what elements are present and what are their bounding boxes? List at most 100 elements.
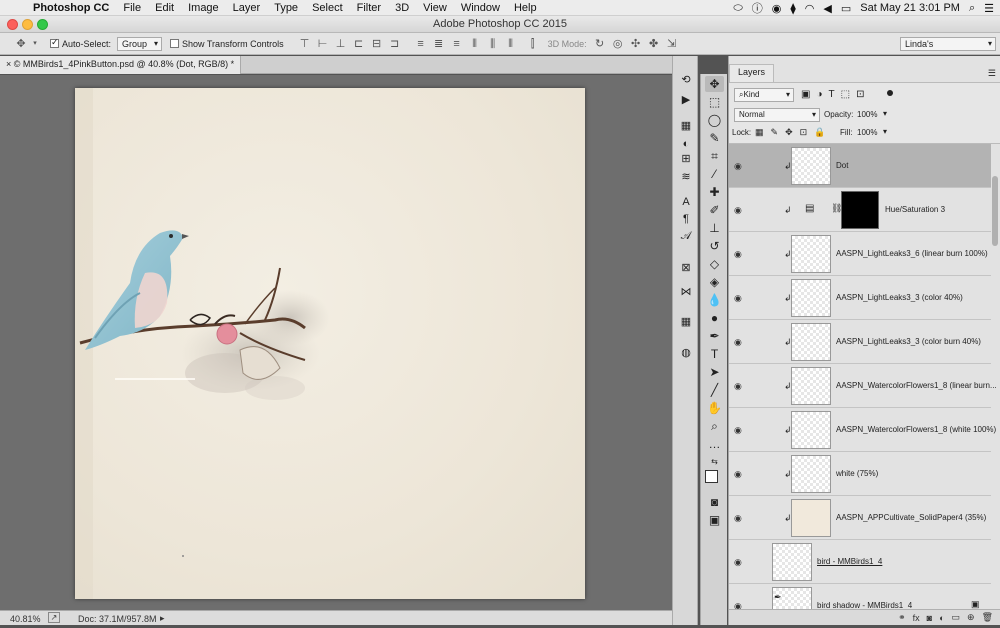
opacity-value[interactable]: 100% xyxy=(857,110,877,119)
lock-all-icon[interactable]: 🔒 xyxy=(814,127,825,138)
layer-name[interactable]: AASPN_LightLeaks3_3 (color 40%) xyxy=(836,293,996,302)
more-tools-icon[interactable]: … xyxy=(705,436,724,452)
clock[interactable]: Sat May 21 3:01 PM xyxy=(860,2,960,14)
lasso-tool-icon[interactable]: ◯ xyxy=(705,112,724,128)
menu-image[interactable]: Image xyxy=(181,2,226,14)
lock-transparent-icon[interactable]: ▦ xyxy=(755,127,764,138)
layer-name[interactable]: AASPN_WatercolorFlowers1_8 (white 100%) xyxy=(836,425,996,434)
menu-view[interactable]: View xyxy=(416,2,454,14)
brush-tool-icon[interactable]: ✐ xyxy=(705,202,724,218)
share-icon[interactable]: ↗ xyxy=(48,612,60,623)
layer-row[interactable]: ◉ ↲ AASPN_LightLeaks3_3 (color burn 40%) xyxy=(729,320,991,364)
adjustment-filter-icon[interactable]: ◑ xyxy=(816,89,822,100)
new-group-icon[interactable]: ▭ xyxy=(952,612,961,623)
visibility-eye-icon[interactable]: ◉ xyxy=(734,249,742,260)
layer-row[interactable]: ◉ ↲ AASPN_LightLeaks3_6 (linear burn 100… xyxy=(729,232,991,276)
layer-name[interactable]: Hue/Saturation 3 xyxy=(885,205,985,214)
chevron-down-icon[interactable]: ▾ xyxy=(32,38,38,50)
wifi-icon[interactable]: ◠ xyxy=(805,2,815,15)
move-tool-icon[interactable]: ✥ xyxy=(705,76,724,92)
layer-row[interactable]: ◉ ↲ white (75%) xyxy=(729,452,991,496)
menu-3d[interactable]: 3D xyxy=(388,2,416,14)
zoom-level[interactable]: 40.81% xyxy=(10,614,41,624)
fill-value[interactable]: 100% xyxy=(857,128,877,137)
delete-layer-icon[interactable]: 🗑 xyxy=(982,612,993,623)
layer-filter-dropdown[interactable]: ⌕Kind xyxy=(734,88,794,102)
path-selection-tool-icon[interactable]: ➤ xyxy=(705,364,724,380)
healing-brush-tool-icon[interactable]: ✚ xyxy=(705,184,724,200)
menu-photoshop[interactable]: Photoshop CC xyxy=(26,2,116,14)
chevron-down-icon[interactable]: ▾ xyxy=(883,109,887,118)
eyedropper-tool-icon[interactable]: ⁄ xyxy=(705,166,724,182)
distribute-left-icon[interactable]: ⫴ xyxy=(468,38,482,50)
sync-icon[interactable]: ◉ xyxy=(772,2,782,15)
visibility-eye-icon[interactable]: ◉ xyxy=(734,205,742,216)
checkbox-icon[interactable] xyxy=(170,39,180,48)
new-layer-icon[interactable]: ⊕ xyxy=(967,612,975,623)
hand-tool-icon[interactable]: ✋ xyxy=(705,400,724,416)
checkbox-checked-icon[interactable] xyxy=(50,37,59,48)
3d-pan-icon[interactable]: ✣ xyxy=(629,38,643,50)
screen-mode-icon[interactable]: ▣ xyxy=(705,512,724,528)
creative-cloud-icon[interactable]: ⬭ xyxy=(733,2,742,15)
quick-select-tool-icon[interactable]: ✎ xyxy=(705,130,724,146)
menu-type[interactable]: Type xyxy=(267,2,305,14)
workspace-dropdown[interactable]: Linda's xyxy=(900,37,996,51)
show-transform-checkbox[interactable]: Show Transform Controls xyxy=(170,39,284,49)
eraser-tool-icon[interactable]: ◇ xyxy=(705,256,724,272)
status-menu-chevron-icon[interactable]: ▸ xyxy=(160,613,165,624)
auto-select-dropdown[interactable]: Group xyxy=(117,36,163,51)
shape-filter-icon[interactable]: ⬚ xyxy=(841,89,850,100)
layer-row-bird[interactable]: ◉ bird - MMBirds1_4 xyxy=(729,540,991,584)
align-left-icon[interactable]: ⊏ xyxy=(352,38,366,50)
3d-slide-icon[interactable]: ✤ xyxy=(647,38,661,50)
lock-pixels-icon[interactable]: ✎ xyxy=(771,127,779,138)
zoom-tool-icon[interactable]: ⌕ xyxy=(705,418,724,434)
pixel-filter-icon[interactable]: ▣ xyxy=(801,89,810,100)
distribute-vcenter-icon[interactable]: ≣ xyxy=(432,38,446,50)
auto-align-icon[interactable]: ⫿ xyxy=(526,38,540,50)
align-right-icon[interactable]: ⊐ xyxy=(388,38,402,50)
layer-name[interactable]: AASPN_APPCultivate_SolidPaper4 (35%) xyxy=(836,513,996,522)
visibility-eye-icon[interactable]: ◉ xyxy=(734,469,742,480)
blur-tool-icon[interactable]: 💧 xyxy=(705,292,724,308)
auto-select-checkbox[interactable]: Auto-Select: xyxy=(50,37,111,49)
layers-tab[interactable]: Layers xyxy=(729,64,775,82)
3d-roll-icon[interactable]: ◎ xyxy=(611,38,625,50)
layers-scrollbar[interactable] xyxy=(992,176,998,246)
visibility-eye-icon[interactable]: ◉ xyxy=(734,513,742,524)
align-vcenter-icon[interactable]: ⊢ xyxy=(316,38,330,50)
layer-row[interactable]: ◉ ↲ AASPN_LightLeaks3_3 (color 40%) xyxy=(729,276,991,320)
document-tab[interactable]: × © MMBirds1_4PinkButton.psd @ 40.8% (Do… xyxy=(0,56,242,74)
actions-panel-icon[interactable]: ▶ xyxy=(678,92,694,108)
layer-row[interactable]: ◉ ↲ AASPN_WatercolorFlowers1_8 (linear b… xyxy=(729,364,996,408)
type-filter-icon[interactable]: T xyxy=(829,89,835,100)
history-brush-tool-icon[interactable]: ↺ xyxy=(705,238,724,254)
menu-window[interactable]: Window xyxy=(454,2,507,14)
add-mask-icon[interactable]: ◙ xyxy=(927,613,932,623)
crop-tool-icon[interactable]: ⌗ xyxy=(705,148,724,164)
close-tab-icon[interactable]: × xyxy=(6,59,11,69)
layer-row[interactable]: ◉ ↲ AASPN_APPCultivate_SolidPaper4 (35%) xyxy=(729,496,991,540)
layer-row-dot[interactable]: ◉ ↲ Dot xyxy=(729,144,991,188)
menu-list-icon[interactable]: ☰ xyxy=(984,2,994,15)
paths-panel-icon[interactable]: ⋈ xyxy=(678,284,694,300)
channels-panel-icon[interactable]: ▦ xyxy=(678,118,694,134)
menu-help[interactable]: Help xyxy=(507,2,544,14)
new-adjustment-icon[interactable]: ◐ xyxy=(939,613,944,623)
blend-mode-dropdown[interactable]: Normal xyxy=(734,108,820,122)
spotlight-search-icon[interactable]: ⌕ xyxy=(969,2,975,15)
layer-row[interactable]: ◉ ↲ AASPN_WatercolorFlowers1_8 (white 10… xyxy=(729,408,996,452)
adjustments-panel-icon[interactable]: ◐ xyxy=(678,136,694,152)
type-tool-icon[interactable]: T xyxy=(705,346,724,362)
visibility-eye-icon[interactable]: ◉ xyxy=(734,381,742,392)
styles-panel-icon[interactable]: ⊞ xyxy=(678,151,694,167)
layer-style-icon[interactable]: fx xyxy=(913,613,920,623)
menu-filter[interactable]: Filter xyxy=(350,2,388,14)
3d-orbit-icon[interactable]: ↻ xyxy=(593,38,607,50)
distribute-top-icon[interactable]: ≡ xyxy=(414,38,428,50)
link-layers-icon[interactable]: ⚭ xyxy=(898,612,906,623)
layer-name[interactable]: bird - MMBirds1_4 xyxy=(817,557,977,566)
lock-artboard-icon[interactable]: ⊡ xyxy=(800,127,808,138)
layer-name[interactable]: AASPN_WatercolorFlowers1_8 (linear burn.… xyxy=(836,381,996,390)
